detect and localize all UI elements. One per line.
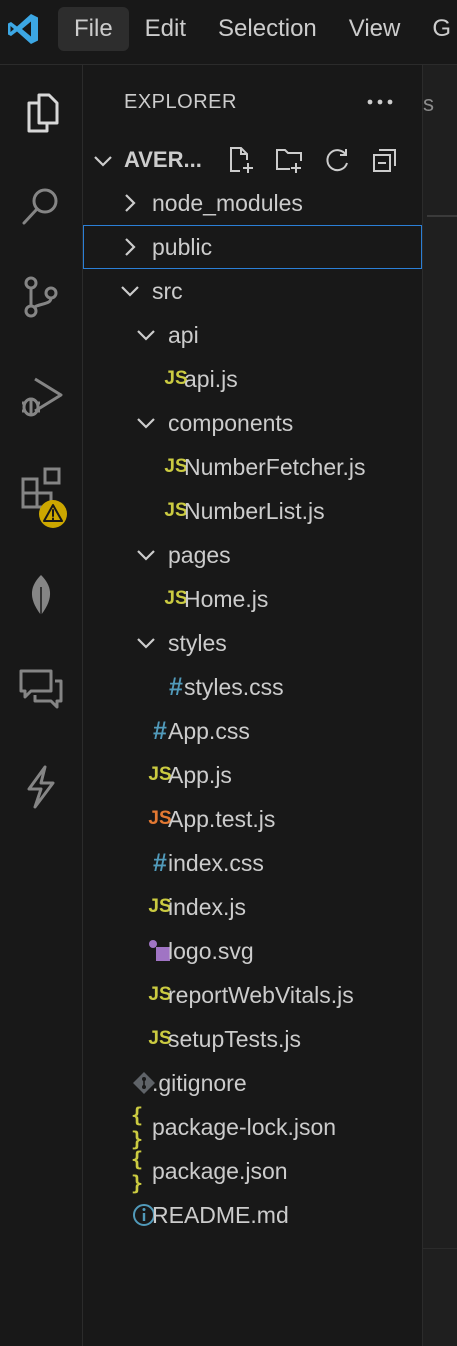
- chevron-down-icon: [137, 330, 155, 341]
- panel-border: [423, 1248, 457, 1249]
- chevron-down-icon: [137, 418, 155, 429]
- file-item[interactable]: # styles.css: [83, 665, 422, 709]
- tree-item-label: Home.js: [184, 586, 269, 612]
- new-folder-icon[interactable]: [265, 143, 313, 177]
- explorer-sidebar: EXPLORER AVER... node_modules public src…: [83, 65, 423, 1346]
- file-item[interactable]: logo.svg: [83, 929, 422, 973]
- chevron-down-icon: [137, 550, 155, 561]
- file-item[interactable]: # index.css: [83, 841, 422, 885]
- tree-item-label: package-lock.json: [152, 1114, 337, 1140]
- tree-item-label: components: [168, 410, 294, 436]
- folder-item[interactable]: pages: [83, 533, 422, 577]
- remote-chat-icon[interactable]: [0, 645, 82, 729]
- activity-bar: [0, 65, 83, 1346]
- tree-item-label: api.js: [184, 366, 238, 392]
- tree-item-label: index.js: [168, 894, 246, 920]
- project-name: AVER...: [124, 147, 202, 172]
- file-item[interactable]: JS api.js: [83, 357, 422, 401]
- tree-item-label: App.css: [168, 718, 250, 744]
- tree-item-label: index.css: [168, 850, 264, 876]
- folder-item[interactable]: src: [83, 269, 422, 313]
- collapse-all-icon[interactable]: [361, 143, 409, 177]
- chevron-down-icon: [137, 638, 155, 649]
- tree-item-label: .gitignore: [152, 1070, 247, 1096]
- tree-item-label: public: [152, 234, 213, 260]
- tree-item-label: package.json: [152, 1158, 288, 1184]
- mongodb-leaf-icon[interactable]: [0, 555, 82, 639]
- menu-edit[interactable]: Edit: [129, 7, 202, 51]
- menu-file[interactable]: File: [58, 7, 129, 51]
- project-section-header[interactable]: AVER...: [83, 139, 422, 181]
- more-actions-icon[interactable]: [365, 87, 395, 117]
- tree-item-label: src: [152, 278, 183, 304]
- run-debug-icon[interactable]: [0, 355, 82, 439]
- editor-tab-fragment[interactable]: s: [423, 91, 434, 117]
- file-item[interactable]: JS Home.js: [83, 577, 422, 621]
- file-item[interactable]: JS App.js: [83, 753, 422, 797]
- tree-item-label: NumberFetcher.js: [184, 454, 366, 480]
- tree-item-label: App.js: [168, 762, 232, 788]
- folder-item[interactable]: styles: [83, 621, 422, 665]
- tree-item-label: api: [168, 322, 199, 348]
- editor-area: s: [423, 65, 457, 1346]
- tree-item-label: setupTests.js: [168, 1026, 301, 1052]
- tree-item-label: pages: [168, 542, 231, 568]
- file-item[interactable]: JS index.js: [83, 885, 422, 929]
- tree-item-label: logo.svg: [168, 938, 254, 964]
- file-item[interactable]: { } package-lock.json: [83, 1103, 422, 1151]
- vscode-logo-icon: [8, 14, 38, 44]
- source-control-icon[interactable]: [0, 255, 82, 339]
- explorer-header: EXPLORER: [83, 65, 422, 139]
- file-item[interactable]: JS NumberList.js: [83, 489, 422, 533]
- file-item[interactable]: README.md: [83, 1193, 422, 1237]
- folder-item[interactable]: components: [83, 401, 422, 445]
- editor-divider: [427, 215, 457, 217]
- tree-item-label: node_modules: [152, 190, 303, 216]
- chevron-right-icon: [125, 238, 136, 256]
- file-item[interactable]: JS NumberFetcher.js: [83, 445, 422, 489]
- folder-item[interactable]: api: [83, 313, 422, 357]
- explorer-title: EXPLORER: [124, 91, 237, 113]
- tree-item-label: styles.css: [184, 674, 284, 700]
- file-item[interactable]: JS App.test.js: [83, 797, 422, 841]
- chevron-down-icon: [121, 286, 139, 297]
- new-file-icon[interactable]: [217, 143, 265, 177]
- tree-item-label: reportWebVitals.js: [168, 982, 354, 1008]
- folder-item[interactable]: node_modules: [83, 181, 422, 225]
- tree-item-label: README.md: [152, 1202, 289, 1228]
- file-item[interactable]: # App.css: [83, 709, 422, 753]
- tree-item-label: NumberList.js: [184, 498, 325, 524]
- menu-selection[interactable]: Selection: [202, 7, 333, 51]
- file-item[interactable]: JS reportWebVitals.js: [83, 973, 422, 1017]
- refresh-icon[interactable]: [313, 143, 361, 177]
- menu-go[interactable]: G: [416, 7, 457, 51]
- folder-item[interactable]: public: [83, 225, 422, 269]
- title-bar: File Edit Selection View G: [0, 0, 457, 65]
- chevron-right-icon: [125, 194, 136, 212]
- tree-item-label: App.test.js: [168, 806, 276, 832]
- menu-view[interactable]: View: [333, 7, 417, 51]
- file-item[interactable]: JS setupTests.js: [83, 1017, 422, 1061]
- file-item[interactable]: .gitignore: [83, 1061, 422, 1105]
- file-tree: node_modulespublic src api JS api.js componen…: [83, 181, 422, 1237]
- tree-item-label: styles: [168, 630, 227, 656]
- search-icon[interactable]: [0, 165, 82, 249]
- chevron-down-icon: [94, 156, 112, 167]
- section-actions: [217, 143, 409, 177]
- explorer-icon[interactable]: [0, 71, 82, 155]
- thunder-client-icon[interactable]: [0, 745, 82, 829]
- menu-bar: File Edit Selection View G: [58, 7, 457, 51]
- warning-badge-icon: [39, 500, 67, 528]
- file-item[interactable]: { } package.json: [83, 1147, 422, 1195]
